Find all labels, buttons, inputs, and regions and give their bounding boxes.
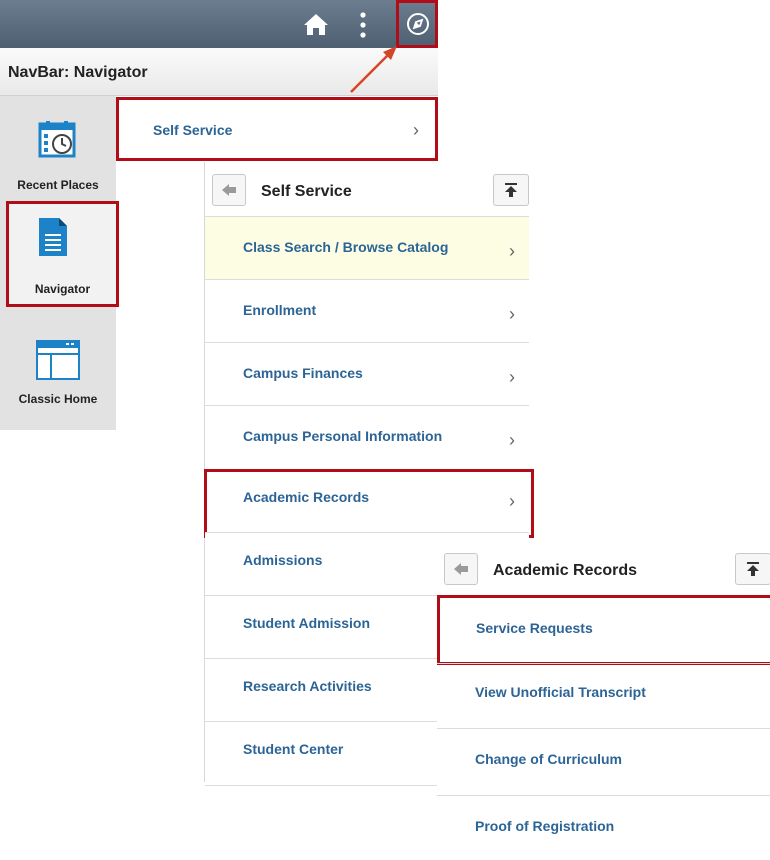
chevron-right-icon: ›: [413, 120, 419, 140]
tile-navigator[interactable]: Navigator: [6, 201, 119, 307]
menu-item-class-search[interactable]: Class Search / Browse Catalog ›: [205, 216, 529, 280]
chevron-right-icon: ›: [509, 241, 515, 261]
panel-title: Academic Records: [493, 562, 638, 579]
menu-item-label: Student Center: [243, 741, 344, 757]
academic-records-panel: Academic Records Service Requests View U…: [437, 543, 770, 855]
menu-item-label: Proof of Registration: [475, 818, 615, 834]
menu-item-label: Campus Personal Information: [243, 428, 443, 444]
panel-header: Self Service: [205, 162, 529, 220]
arrow-top-icon: [505, 183, 517, 197]
menu-item-view-unofficial-transcript[interactable]: View Unofficial Transcript: [437, 663, 770, 728]
menu-item-label: Student Admission: [243, 615, 371, 631]
navbar-left-rail: Recent Places Navigator Classic Home: [0, 96, 119, 430]
menu-item-label: Academic Records: [243, 489, 370, 505]
menu-item-label: View Unofficial Transcript: [475, 684, 646, 700]
tile-classic-home[interactable]: Classic Home: [0, 314, 116, 424]
tile-label: Recent Places: [17, 178, 99, 192]
menu-item-service-requests[interactable]: Service Requests: [437, 595, 770, 665]
calendar-clock-icon: [38, 121, 76, 158]
menu-item-label: Class Search / Browse Catalog: [243, 239, 449, 255]
arrow-left-icon: [222, 184, 236, 196]
menu-item-label: Enrollment: [243, 302, 317, 318]
menu-item-campus-finances[interactable]: Campus Finances ›: [205, 342, 529, 406]
window-layout-icon: [36, 340, 80, 380]
chevron-right-icon: ›: [509, 430, 515, 450]
menu-item-label: Research Activities: [243, 678, 372, 694]
menu-item-academic-records[interactable]: Academic Records ›: [204, 469, 534, 538]
menu-item-enrollment[interactable]: Enrollment ›: [205, 279, 529, 343]
tile-label: Navigator: [34, 282, 91, 296]
navigator-item-label: Self Service: [153, 122, 233, 138]
scroll-top-button[interactable]: [735, 553, 770, 585]
home-icon[interactable]: [303, 12, 329, 36]
more-vertical-icon[interactable]: [357, 10, 369, 40]
menu-item-label: Campus Finances: [243, 365, 363, 381]
panel-title: Self Service: [261, 183, 352, 200]
compass-icon: [407, 13, 429, 35]
chevron-right-icon: ›: [509, 367, 515, 387]
menu-item-label: Change of Curriculum: [475, 751, 623, 767]
panel-header: Academic Records: [437, 543, 770, 595]
menu-item-campus-personal-information[interactable]: Campus Personal Information ›: [205, 405, 529, 469]
tile-recent-places[interactable]: Recent Places: [0, 96, 116, 200]
arrow-left-icon: [454, 563, 468, 575]
menu-item-label: Admissions: [243, 552, 323, 568]
navigator-item-self-service[interactable]: Self Service ›: [116, 97, 438, 161]
menu-item-change-of-curriculum[interactable]: Change of Curriculum: [437, 728, 770, 793]
back-button[interactable]: [212, 174, 246, 206]
tile-label: Classic Home: [18, 392, 98, 406]
annotation-arrow-icon: [350, 46, 397, 93]
chevron-right-icon: ›: [509, 304, 515, 324]
document-icon: [39, 218, 67, 256]
menu-item-label: Service Requests: [476, 620, 593, 636]
navbar-title: NavBar: Navigator: [8, 64, 148, 81]
chevron-right-icon: ›: [509, 491, 515, 511]
scroll-top-button[interactable]: [493, 174, 529, 206]
back-button[interactable]: [444, 553, 478, 585]
menu-item-proof-of-registration[interactable]: Proof of Registration: [437, 795, 770, 860]
arrow-top-icon: [747, 562, 759, 576]
